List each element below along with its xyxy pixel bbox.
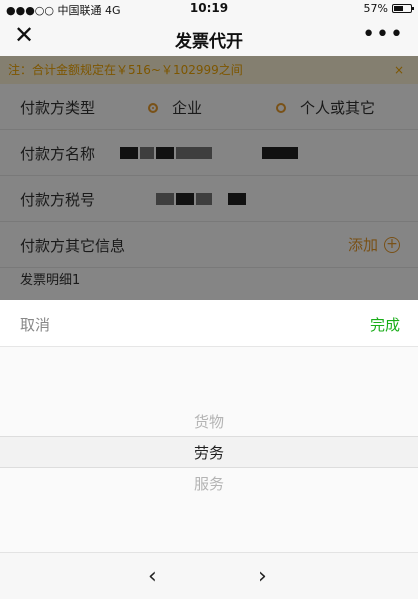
picker-wheel[interactable]: 货物 劳务 服务 — [0, 347, 418, 552]
page-title: 发票代开 — [175, 32, 243, 52]
picker-option[interactable]: 服务 — [0, 473, 418, 494]
battery-icon — [392, 4, 414, 13]
picker-option[interactable]: 货物 — [0, 411, 418, 432]
type-picker: 取消 完成 货物 劳务 服务 ‹ › — [0, 300, 418, 599]
picker-option-selected[interactable]: 劳务 — [0, 442, 418, 463]
modal-overlay[interactable] — [0, 56, 418, 300]
picker-footer: ‹ › — [0, 552, 418, 599]
chevron-left-icon[interactable]: ‹ — [148, 564, 157, 589]
nav-bar: ✕ 发票代开 ••• — [0, 18, 418, 57]
status-bar: ●●●○○ 中国联通 4G 10:19 57% — [0, 0, 418, 18]
battery-fill — [394, 6, 404, 11]
picker-header: 取消 完成 — [0, 300, 418, 347]
battery-percent: 57% — [363, 2, 388, 15]
status-time: 10:19 — [189, 1, 229, 15]
chevron-right-icon[interactable]: › — [258, 564, 267, 589]
status-battery: 57% — [363, 2, 414, 15]
cancel-button[interactable]: 取消 — [20, 314, 50, 335]
more-icon[interactable]: ••• — [362, 22, 404, 47]
done-button[interactable]: 完成 — [370, 314, 400, 335]
